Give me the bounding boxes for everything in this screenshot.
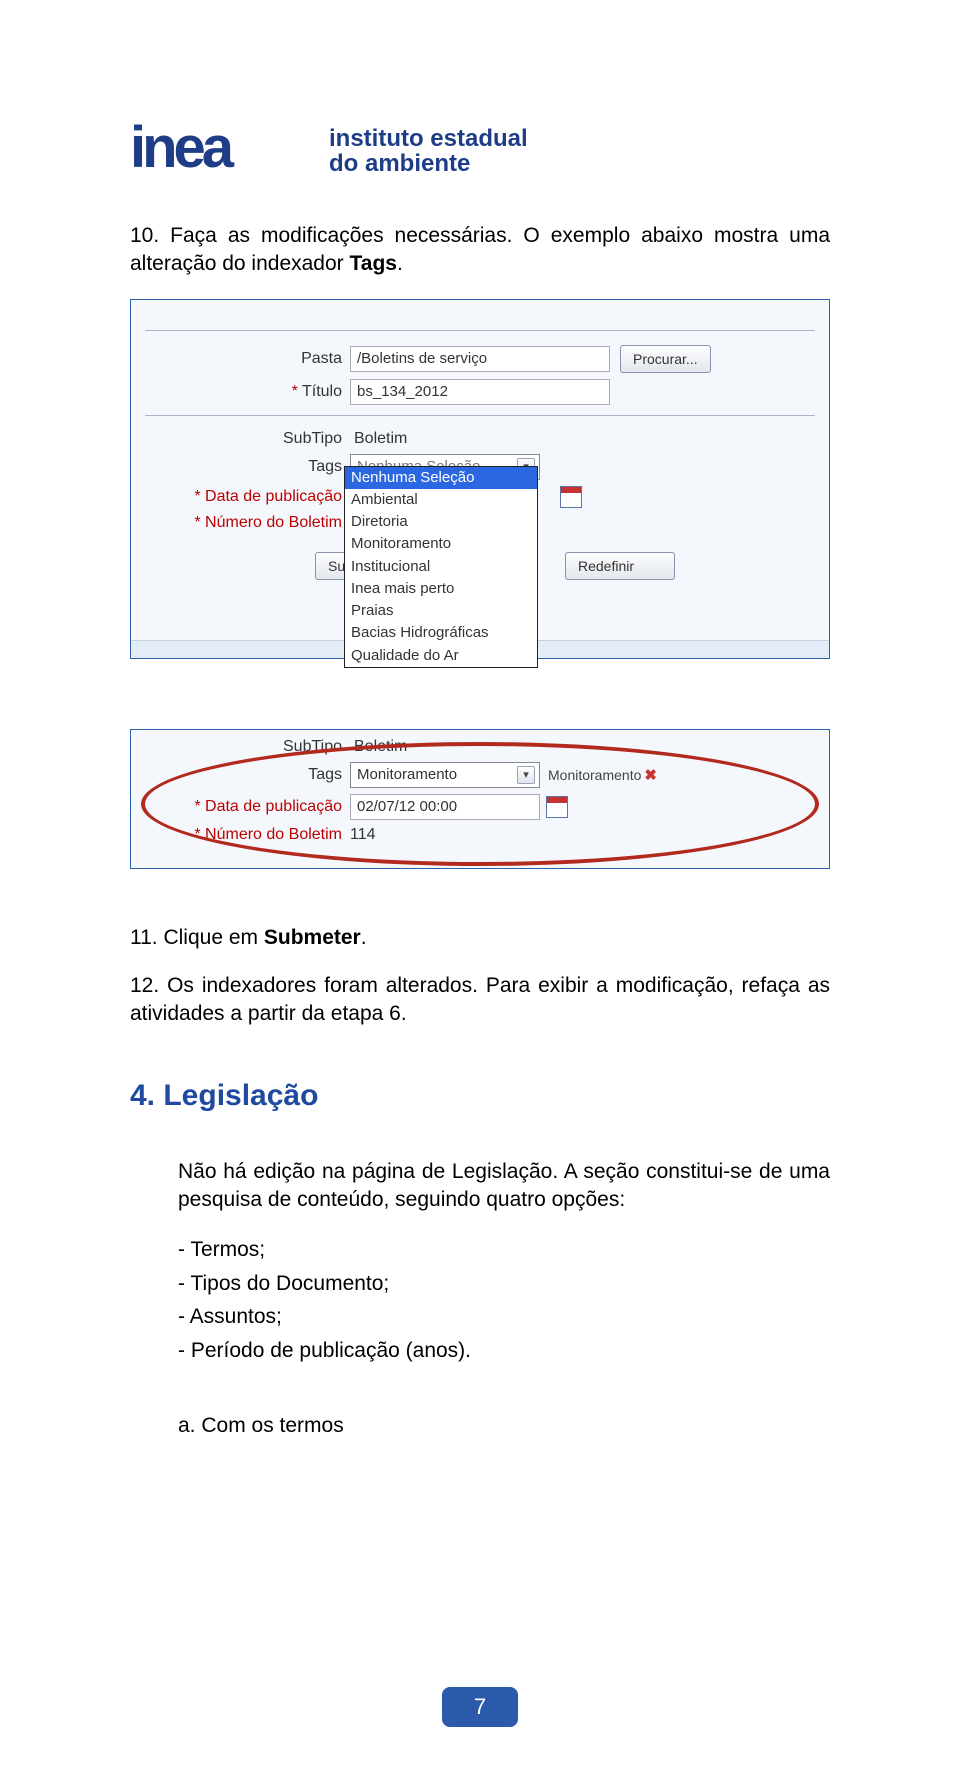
tags-option-4[interactable]: Institucional <box>345 556 537 578</box>
procurar-button[interactable]: Procurar... <box>620 345 711 373</box>
logo: inea instituto estadual do ambiente <box>130 120 830 182</box>
p2-tags-value: Monitoramento <box>357 766 457 783</box>
pasta-input[interactable] <box>350 346 610 372</box>
chevron-down-icon: ▾ <box>517 766 535 784</box>
option-periodo: - Período de publicação (anos). <box>178 1335 830 1367</box>
tags-option-3[interactable]: Monitoramento <box>345 533 537 555</box>
step-11-bold: Submeter <box>264 926 361 949</box>
section-heading-legislacao: 4. Legislação <box>130 1079 830 1113</box>
p2-subtipo-value: Boletim <box>350 738 407 756</box>
option-assuntos: - Assuntos; <box>178 1301 830 1333</box>
tag-chip-text: Monitoramento <box>548 767 641 783</box>
tags-option-6[interactable]: Praias <box>345 600 537 622</box>
p2-num-label-text: * Número do Boletim <box>194 826 342 843</box>
step-10-bold: Tags <box>350 252 397 275</box>
step-11-suffix: . <box>361 926 367 949</box>
data-pub-label-text: * Data de publicação <box>194 488 342 505</box>
p2-num-value: 114 <box>350 826 376 844</box>
screenshot-panel-2: SubTipo Boletim Tags Monitoramento ▾ Mon… <box>130 729 830 869</box>
step-11-prefix: 11. Clique em <box>130 926 264 949</box>
p2-tags-select[interactable]: Monitoramento ▾ <box>350 762 540 788</box>
logo-sub-line1: instituto estadual <box>329 125 528 152</box>
screenshot-panel-1: Pasta Procurar... * Título SubTipo Bolet… <box>130 299 830 659</box>
logo-mark: inea <box>130 120 315 182</box>
subtipo-value: Boletim <box>350 430 407 448</box>
option-tipos: - Tipos do Documento; <box>178 1268 830 1300</box>
legislacao-paragraph: Não há edição na página de Legislação. A… <box>178 1158 830 1215</box>
tags-option-2[interactable]: Diretoria <box>345 511 537 533</box>
num-boletim-label-text: * Número do Boletim <box>194 514 342 531</box>
redefinir-button[interactable]: Redefinir <box>565 552 675 580</box>
tags-label: Tags <box>145 458 350 476</box>
p2-data-label-text: * Data de publicação <box>194 798 342 815</box>
step-11-text: 11. Clique em Submeter. <box>130 924 830 952</box>
option-termos: - Termos; <box>178 1234 830 1266</box>
logo-subtitle: instituto estadual do ambiente <box>329 126 528 176</box>
subtipo-label: SubTipo <box>145 430 350 448</box>
tag-chip[interactable]: Monitoramento✖ <box>548 766 657 784</box>
p2-tags-label: Tags <box>145 766 350 784</box>
page-number-badge: 7 <box>442 1687 518 1727</box>
titulo-label: * Título <box>145 383 350 401</box>
titulo-label-text: Título <box>302 383 342 400</box>
remove-tag-icon[interactable]: ✖ <box>644 766 657 784</box>
tags-option-5[interactable]: Inea mais perto <box>345 578 537 600</box>
calendar-icon[interactable] <box>546 796 568 818</box>
num-boletim-label: * Número do Boletim <box>145 514 350 532</box>
options-list: - Termos; - Tipos do Documento; - Assunt… <box>178 1234 830 1366</box>
step-10-prefix: 10. Faça as modificações necessárias. O … <box>130 224 830 275</box>
step-10-suffix: . <box>397 252 403 275</box>
tags-option-7[interactable]: Bacias Hidrográficas <box>345 622 537 644</box>
tags-option-8[interactable]: Qualidade do Ar <box>345 645 537 667</box>
p2-subtipo-label: SubTipo <box>145 738 350 756</box>
titulo-input[interactable] <box>350 379 610 405</box>
p2-data-label: * Data de publicação <box>145 798 350 816</box>
tags-option-0[interactable]: Nenhuma Seleção <box>345 467 537 489</box>
data-pub-label: * Data de publicação <box>145 488 350 506</box>
sub-item-a: a. Com os termos <box>178 1414 830 1438</box>
calendar-icon[interactable] <box>560 486 582 508</box>
p2-num-label: * Número do Boletim <box>145 826 350 844</box>
logo-sub-line2: do ambiente <box>329 150 470 177</box>
p2-data-input[interactable] <box>350 794 540 820</box>
step-12-text: 12. Os indexadores foram alterados. Para… <box>130 972 830 1029</box>
step-10-text: 10. Faça as modificações necessárias. O … <box>130 222 830 279</box>
logo-word: inea <box>130 114 230 181</box>
tags-dropdown[interactable]: Nenhuma Seleção Ambiental Diretoria Moni… <box>344 466 538 668</box>
pasta-label: Pasta <box>145 350 350 368</box>
tags-option-1[interactable]: Ambiental <box>345 489 537 511</box>
